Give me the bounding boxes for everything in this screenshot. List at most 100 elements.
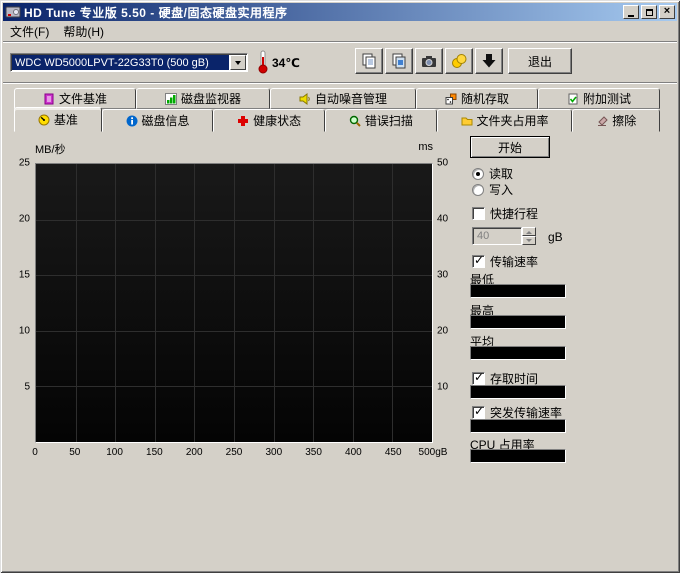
write-radio-row[interactable]: 写入 (472, 181, 513, 198)
y-tick-label: 10 (437, 381, 449, 393)
read-radio-label: 读取 (489, 167, 514, 181)
start-button[interactable]: 开始 (470, 136, 550, 158)
drive-select-dropdown-button[interactable] (230, 55, 246, 70)
read-radio[interactable] (472, 167, 484, 180)
chevron-down-icon (526, 238, 532, 245)
tab-disk-info[interactable]: 磁盘信息 (101, 109, 214, 132)
gridline (36, 219, 432, 221)
tab-file-benchmark[interactable]: 文件基准 (14, 88, 136, 109)
read-radio-row[interactable]: 读取 (472, 165, 513, 182)
tab-label: 附加测试 (582, 92, 631, 106)
extra-tests-icon (568, 93, 578, 104)
copy-text-button[interactable] (355, 48, 383, 74)
plot-area (35, 163, 433, 443)
download-button[interactable] (475, 48, 503, 74)
minimize-button[interactable] (623, 5, 639, 19)
close-icon: × (663, 5, 671, 17)
tab-noise-management[interactable]: 自动噪音管理 (270, 88, 416, 109)
cpu-usage-value-box (470, 449, 566, 463)
gridline (36, 386, 432, 388)
y-tick-label: 15 (18, 269, 30, 281)
disk-monitor-icon (164, 92, 177, 105)
drive-select-value: WDC WD5000LPVT-22G33T0 (500 gB) (12, 55, 229, 70)
export-button[interactable] (445, 48, 473, 74)
gridline (194, 164, 196, 442)
y-axis-left-labels: 25 20 15 10 5 (4, 158, 32, 443)
close-button[interactable]: × (659, 5, 675, 19)
transfer-rate-checkbox[interactable] (472, 254, 485, 268)
gridline (352, 164, 354, 442)
tab-label: 自动噪音管理 (314, 92, 387, 106)
health-icon (238, 115, 249, 126)
separator (3, 41, 677, 43)
write-radio[interactable] (472, 183, 484, 196)
copy-image-button[interactable] (385, 48, 413, 74)
short-stroke-spin-up[interactable] (522, 227, 536, 236)
x-tick-label: 0 (32, 447, 38, 458)
gridline (36, 330, 432, 332)
y-tick-label: 50 (437, 157, 449, 169)
short-stroke-value[interactable]: 40 (472, 227, 522, 245)
disk-info-icon (126, 115, 137, 126)
titlebar[interactable]: HD Tune 专业版 5.50 - 硬盘/固态硬盘实用程序 × (3, 3, 677, 21)
tab-label: 磁盘信息 (141, 114, 190, 128)
burst-rate-checkbox[interactable] (472, 405, 485, 419)
tab-disk-monitor[interactable]: 磁盘监视器 (136, 88, 270, 109)
tab-extra-tests[interactable]: 附加测试 (538, 88, 660, 109)
access-time-value-box (470, 385, 566, 399)
gridline (234, 164, 235, 442)
exit-button[interactable]: 退出 (508, 48, 572, 74)
y-tick-label: 5 (24, 381, 30, 393)
maximize-button[interactable] (641, 5, 657, 19)
y-axis-right-labels: 50 40 30 20 10 (437, 158, 461, 443)
chevron-up-icon (526, 228, 532, 234)
x-tick-label: 450 (384, 447, 402, 458)
tab-label: 基准 (53, 113, 78, 127)
separator (3, 82, 677, 84)
tab-random-access[interactable]: 随机存取 (416, 88, 538, 109)
gridline (392, 164, 394, 442)
y-tick-label: 20 (437, 325, 449, 337)
minimize-icon (628, 14, 634, 17)
tab-label: 随机存取 (460, 92, 509, 106)
tab-label: 文件夹占用率 (476, 114, 549, 128)
tab-health-status[interactable]: 健康状态 (213, 109, 326, 132)
short-stroke-row[interactable]: 快捷行程 (472, 205, 538, 222)
short-stroke-unit: gB (548, 230, 563, 244)
tab-label: 磁盘监视器 (180, 92, 241, 106)
y-tick-label: 20 (18, 213, 30, 225)
toolbar: WDC WD5000LPVT-22G33T0 (500 gB) 34℃ 退出 (3, 44, 677, 81)
transfer-rate-label: 传输速率 (490, 255, 539, 269)
short-stroke-spin-down[interactable] (522, 236, 536, 245)
y-tick-label: 40 (437, 213, 449, 225)
hd-tune-window: HD Tune 专业版 5.50 - 硬盘/固态硬盘实用程序 × 文件(F) 帮… (0, 0, 680, 573)
menu-help[interactable]: 帮助(H) (56, 21, 111, 42)
tab-erase[interactable]: 擦除 (572, 109, 661, 132)
avg-value-box (470, 346, 566, 360)
tab-folder-usage[interactable]: 文件夹占用率 (436, 109, 573, 132)
erase-icon (598, 115, 608, 126)
y-tick-label: 30 (437, 269, 449, 281)
screenshot-button[interactable] (415, 48, 443, 74)
y-tick-label: 25 (18, 157, 30, 169)
drive-select[interactable]: WDC WD5000LPVT-22G33T0 (500 gB) (10, 53, 248, 72)
gridline (273, 164, 275, 442)
short-stroke-checkbox[interactable] (472, 207, 485, 220)
short-stroke-stepper (522, 227, 536, 245)
x-tick-label: 350 (305, 447, 322, 458)
gridline (36, 275, 432, 277)
tab-error-scan[interactable]: 错误扫描 (325, 109, 437, 132)
x-axis-labels: 0 50 100 150 200 250 300 350 400 450 500gB (32, 447, 447, 459)
tab-label: 健康状态 (253, 114, 302, 128)
temperature-value: 34℃ (272, 56, 300, 70)
gridline (313, 164, 315, 442)
write-radio-label: 写入 (489, 183, 514, 197)
max-value-box (470, 315, 566, 329)
chevron-down-icon (235, 60, 241, 68)
download-icon (482, 54, 496, 68)
short-stroke-label: 快捷行程 (490, 207, 539, 221)
transfer-rate-row[interactable]: 传输速率 (472, 253, 538, 270)
tab-benchmark[interactable]: 基准 (14, 107, 102, 132)
access-time-checkbox[interactable] (472, 371, 485, 385)
menu-file[interactable]: 文件(F) (3, 21, 56, 42)
